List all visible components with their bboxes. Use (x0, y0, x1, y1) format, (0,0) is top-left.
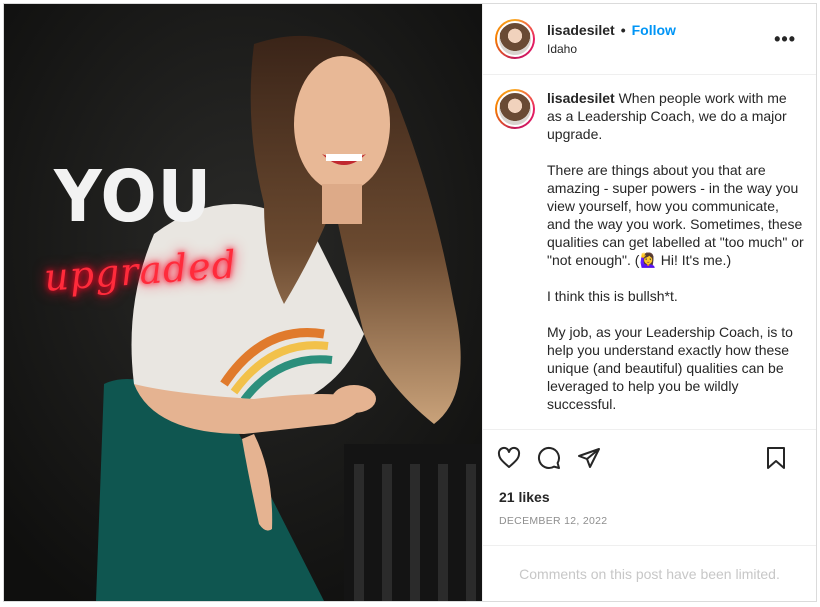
author-username[interactable]: lisadesilet (547, 22, 615, 38)
post-location[interactable]: Idaho (547, 42, 676, 56)
comments-limited-notice: Comments on this post have been limited. (483, 545, 816, 601)
image-headline: YOU (54, 154, 213, 239)
avatar[interactable] (495, 19, 535, 59)
bookmark-icon[interactable] (762, 444, 790, 472)
likes-count[interactable]: 21 likes (483, 485, 816, 509)
heart-icon[interactable] (495, 444, 523, 472)
follow-button[interactable]: Follow (632, 22, 676, 38)
caption-username[interactable]: lisadesilet (547, 90, 615, 106)
post-header: lisadesilet • Follow Idaho ••• (483, 4, 816, 75)
separator-dot: • (620, 22, 626, 38)
more-options-icon[interactable]: ••• (774, 30, 796, 48)
action-bar (483, 429, 816, 485)
photo-illustration (4, 4, 482, 601)
post-frame: YOU upgraded lisadesilet • Follow Idaho … (3, 3, 817, 602)
post-sidebar: lisadesilet • Follow Idaho ••• lisadesil… (482, 4, 816, 601)
caption-paragraph-2: There are things about you that are amaz… (547, 162, 804, 268)
caption-paragraph-4: My job, as your Leadership Coach, is to … (547, 324, 793, 412)
post-image[interactable]: YOU upgraded (4, 4, 482, 601)
caption-text: lisadesilet When people work with me as … (547, 89, 804, 429)
caption-area: lisadesilet When people work with me as … (483, 75, 816, 429)
post-date[interactable]: DECEMBER 12, 2022 (483, 515, 816, 545)
caption-avatar[interactable] (495, 89, 535, 129)
caption-paragraph-3: I think this is bullsh*t. (547, 288, 678, 304)
comment-icon[interactable] (535, 444, 563, 472)
share-icon[interactable] (575, 444, 603, 472)
